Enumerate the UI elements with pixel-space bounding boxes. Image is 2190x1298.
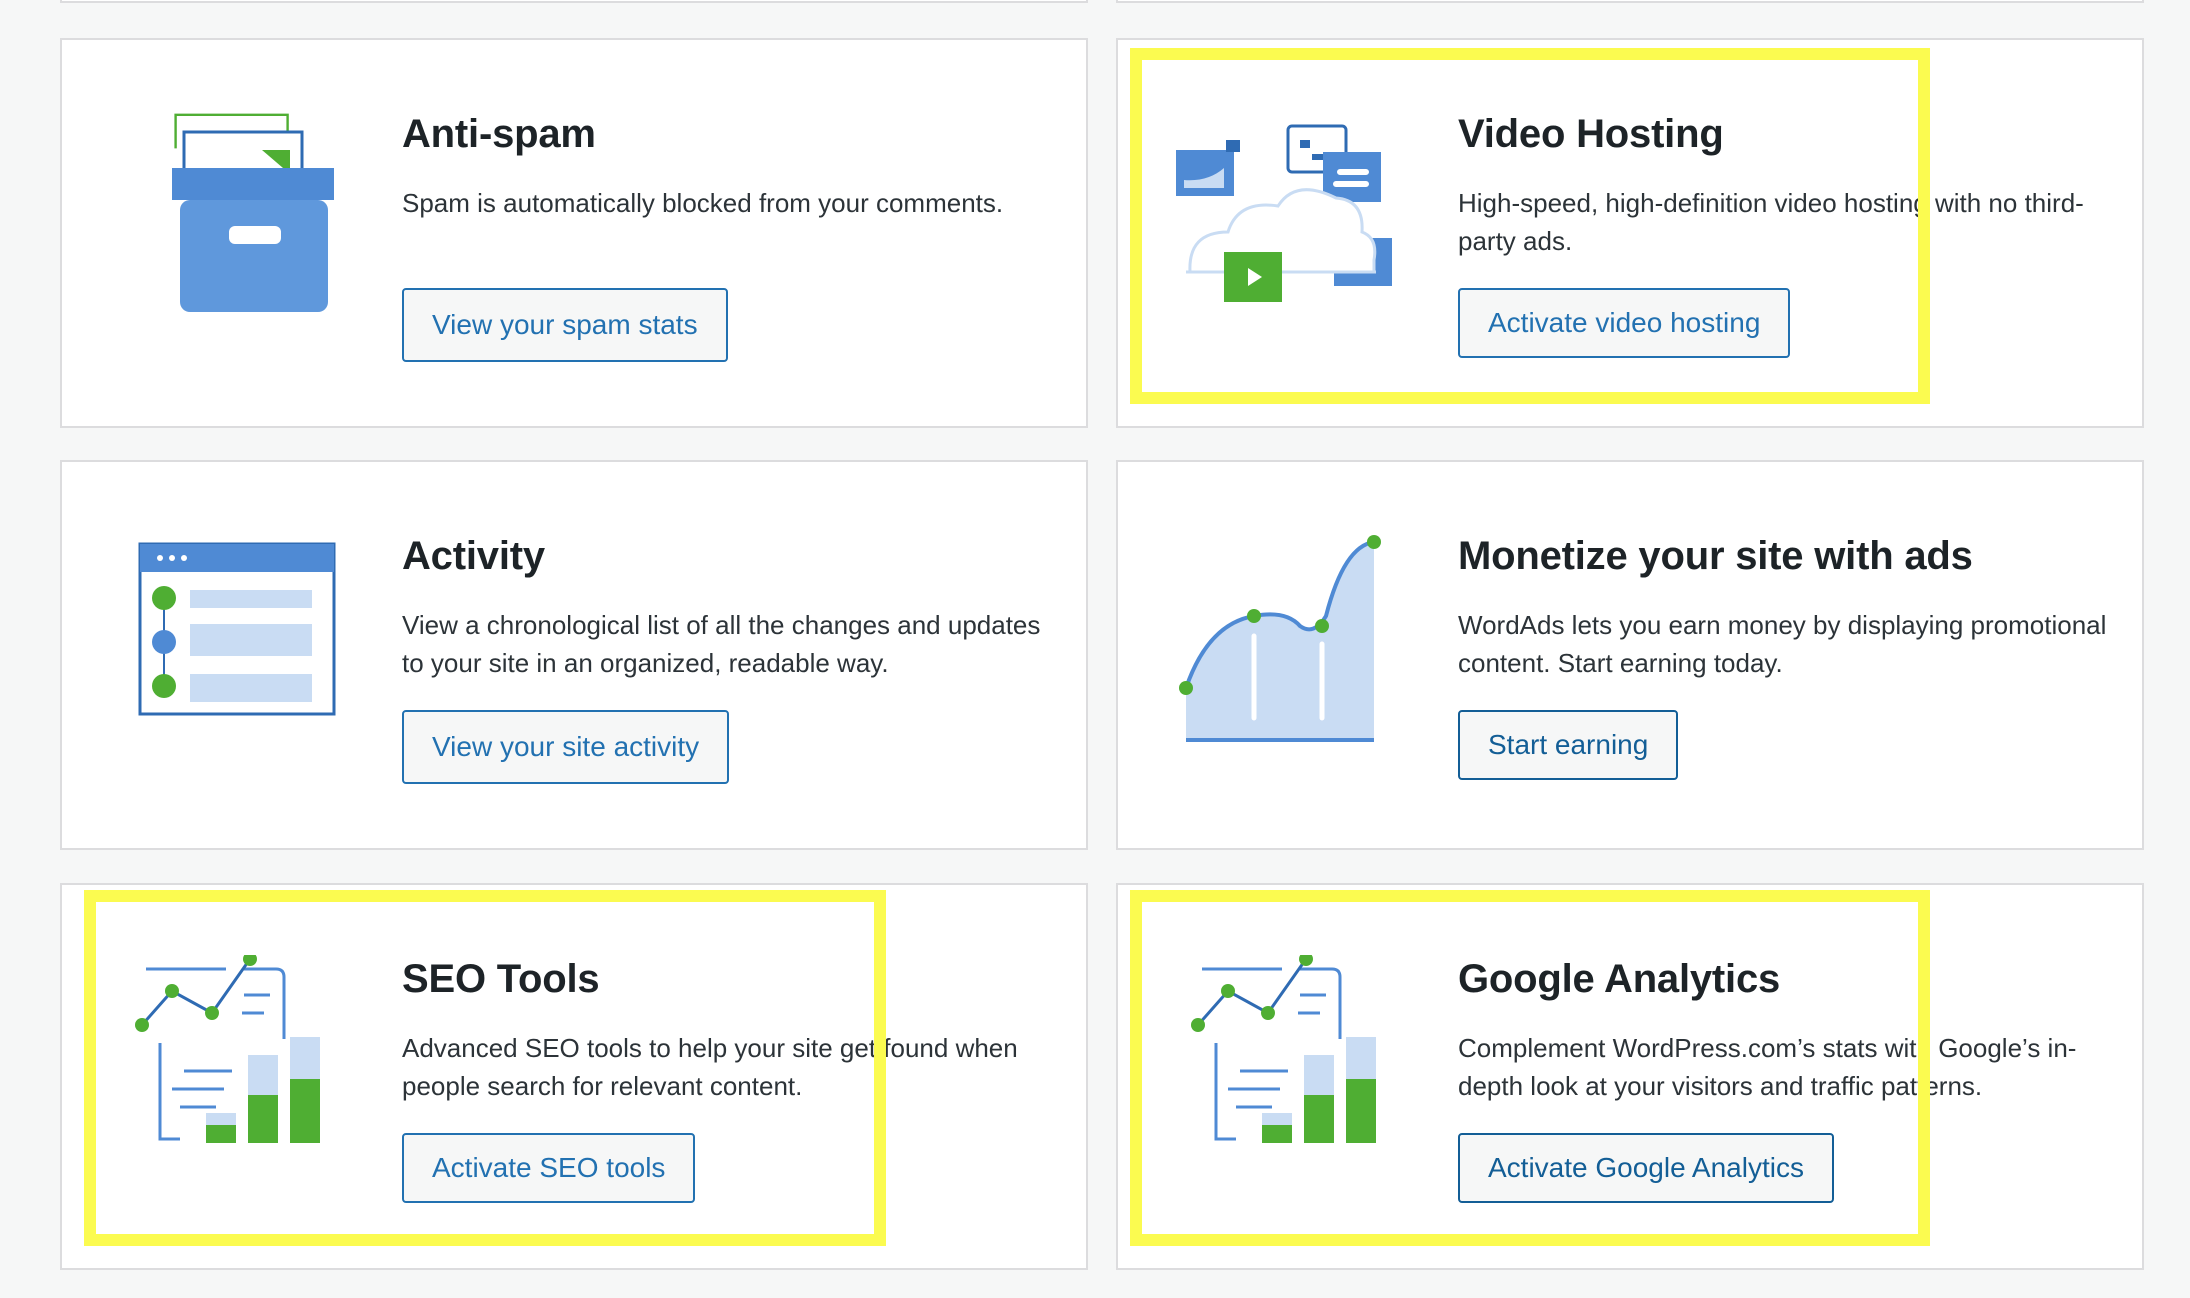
card-title: Google Analytics [1458,957,1781,1001]
video-cloud-icon [1176,124,1392,302]
analytics-chart-icon [1191,955,1376,1143]
partial-card-top-right [1116,0,2144,3]
view-spam-stats-button[interactable]: View your spam stats [402,288,728,362]
seo-chart-icon [135,955,320,1143]
activity-log-icon [138,542,336,716]
view-site-activity-button[interactable]: View your site activity [402,710,730,784]
card-title: SEO Tools [402,957,600,1001]
card-description: WordAds lets you earn money by displayin… [1458,610,2107,678]
activate-google-analytics-button[interactable]: Activate Google Analytics [1458,1133,1834,1203]
card-title: Anti-spam [402,112,596,156]
card-title: Video Hosting [1458,112,1724,156]
activate-video-hosting-button[interactable]: Activate video hosting [1458,288,1791,358]
card-monetize-ads: Monetize your site with ads WordAds lets… [1116,460,2144,850]
archive-box-icon [172,113,334,312]
card-seo-tools: SEO Tools Advanced SEO tools to help you… [60,883,1088,1270]
card-description: Advanced SEO tools to help your site get… [402,1033,1018,1101]
earnings-chart-icon [1179,535,1381,742]
card-google-analytics: Google Analytics Complement WordPress.co… [1116,883,2144,1270]
card-anti-spam: Anti-spam Spam is automatically blocked … [60,38,1088,428]
start-earning-button[interactable]: Start earning [1458,710,1679,780]
card-description: Complement WordPress.com’s stats with Go… [1458,1033,2077,1101]
card-description: High-speed, high-definition video hostin… [1458,188,2084,256]
card-description: Spam is automatically blocked from your … [402,188,1004,218]
activate-seo-tools-button[interactable]: Activate SEO tools [402,1133,696,1203]
card-title: Monetize your site with ads [1458,534,1973,578]
card-description: View a chronological list of all the cha… [402,610,1041,678]
card-title: Activity [402,534,545,578]
card-activity: Activity View a chronological list of al… [60,460,1088,850]
partial-card-top-left [60,0,1088,3]
card-video-hosting: Video Hosting High-speed, high-definitio… [1116,38,2144,428]
